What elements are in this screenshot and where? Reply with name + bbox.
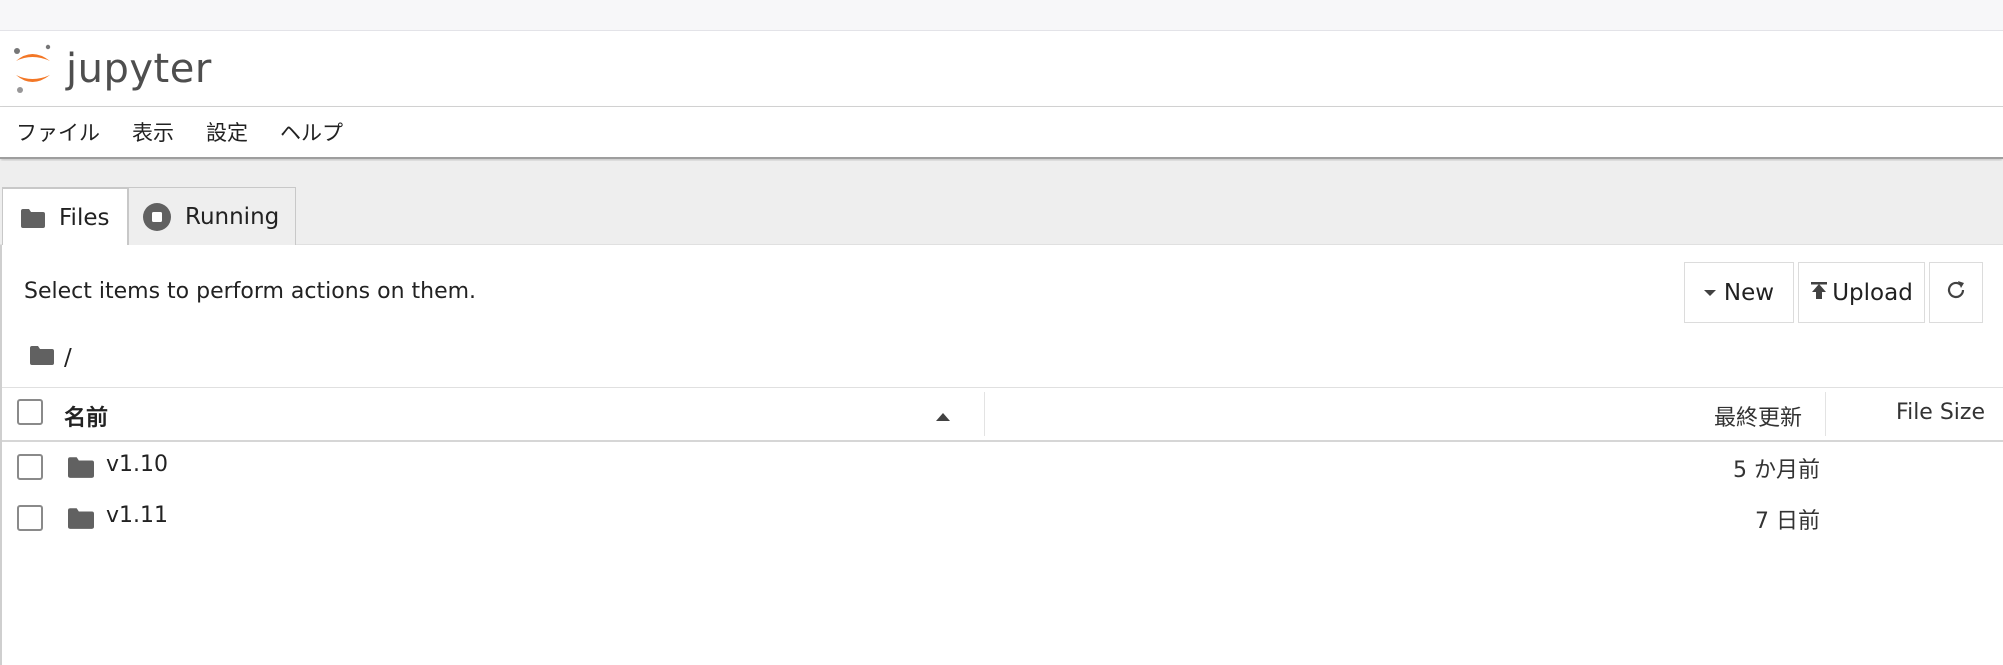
new-button[interactable]: New <box>1684 262 1794 323</box>
tab-bar: Files Running <box>0 161 2003 247</box>
jupyter-logo[interactable]: jupyter <box>12 41 212 97</box>
app-header: jupyter <box>0 31 2003 107</box>
file-name[interactable]: v1.11 <box>106 503 168 528</box>
folder-icon <box>68 456 94 482</box>
jupyter-logo-icon <box>14 44 51 93</box>
file-toolbar: New Upload <box>1684 262 1983 323</box>
sort-ascending-icon[interactable] <box>936 407 950 426</box>
caret-down-icon <box>1703 289 1716 297</box>
file-name[interactable]: v1.10 <box>106 452 168 477</box>
file-browser-panel: Select items to perform actions on them.… <box>0 245 2003 665</box>
breadcrumb-folder-icon[interactable] <box>30 345 54 371</box>
refresh-icon <box>1945 279 1967 307</box>
table-row[interactable]: v1.11 7 日前 <box>2 493 2003 543</box>
select-all-checkbox[interactable] <box>17 399 43 425</box>
upload-icon <box>1810 281 1828 304</box>
table-row[interactable]: v1.10 5 か月前 <box>2 442 2003 492</box>
upload-button-label: Upload <box>1832 279 1913 306</box>
row-checkbox[interactable] <box>17 505 43 531</box>
stop-circle-icon <box>143 203 171 231</box>
column-header-name[interactable]: 名前 <box>64 400 108 432</box>
menu-bar: ファイル 表示 設定 ヘルプ <box>0 107 2003 159</box>
breadcrumb: / <box>30 340 72 376</box>
file-modified: 7 日前 <box>1755 509 1820 534</box>
tab-files[interactable]: Files <box>2 187 128 247</box>
column-header-file-size[interactable]: File Size <box>1896 400 1985 425</box>
tab-files-label: Files <box>59 205 110 231</box>
new-button-label: New <box>1723 279 1775 306</box>
folder-icon <box>68 507 94 533</box>
folder-icon <box>21 208 45 228</box>
menu-file[interactable]: ファイル <box>0 106 116 158</box>
column-divider <box>1825 392 1826 436</box>
menu-view[interactable]: 表示 <box>116 106 190 158</box>
row-checkbox[interactable] <box>17 454 43 480</box>
menu-settings[interactable]: 設定 <box>190 106 264 158</box>
upload-button[interactable]: Upload <box>1798 262 1925 323</box>
file-modified: 5 か月前 <box>1733 458 1820 483</box>
column-divider <box>984 392 985 436</box>
tab-running[interactable]: Running <box>128 187 296 246</box>
column-header-modified[interactable]: 最終更新 <box>1714 400 1802 432</box>
menu-help[interactable]: ヘルプ <box>264 106 359 158</box>
jupyter-logo-text: jupyter <box>66 46 212 92</box>
file-list-header: 名前 最終更新 File Size <box>2 387 2003 442</box>
selection-hint: Select items to perform actions on them. <box>24 279 477 304</box>
tab-running-label: Running <box>185 204 280 230</box>
browser-top-strip <box>0 0 2003 31</box>
breadcrumb-path[interactable]: / <box>64 345 72 371</box>
refresh-button[interactable] <box>1929 262 1983 323</box>
